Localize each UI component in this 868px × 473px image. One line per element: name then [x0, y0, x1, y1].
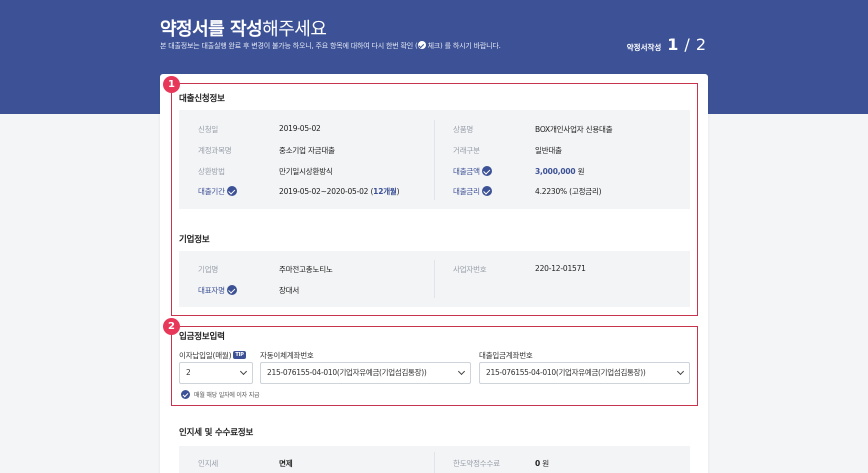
interest-day-label: 이자납입일(매월) TIP	[179, 351, 246, 360]
value-transaction-type: 일반대출	[535, 146, 562, 155]
check-icon	[481, 166, 492, 176]
check-icon	[181, 390, 190, 399]
deposit-info-title: 입금정보입력	[179, 332, 225, 342]
check-icon	[417, 41, 426, 49]
auto-transfer-label: 자동이체계좌번호	[260, 351, 314, 360]
marker-badge-2: 2	[163, 318, 180, 335]
value-interest-rate: 4.2230% (고정금리)	[535, 187, 602, 196]
fee-info-divider	[434, 452, 435, 473]
label-business-number: 사업자번호	[453, 265, 487, 274]
loan-info-divider	[434, 120, 435, 200]
page-subtitle: 본 대출정보는 대출실행 완료 후 변경이 불가능 하오니, 주요 항목에 대하…	[160, 41, 501, 50]
company-info-title: 기업정보	[179, 235, 210, 245]
check-icon	[481, 186, 492, 196]
interest-day-select[interactable]: 2	[179, 362, 253, 384]
company-info-divider	[434, 260, 435, 298]
label-representative: 대표자명	[198, 285, 237, 296]
step-indicator: 약정서작성 1 / 2	[627, 35, 706, 54]
chevron-down-icon	[239, 367, 248, 376]
value-limit-fee: 0 원	[535, 459, 549, 468]
value-loan-period: 2019-05-02~2020-05-02 (12개월)	[279, 187, 400, 196]
label-transaction-type: 거래구분	[453, 146, 480, 155]
deposit-account-label: 대출입금계좌번호	[479, 351, 533, 360]
chevron-down-icon	[457, 367, 466, 376]
check-icon	[226, 285, 237, 295]
label-limit-fee: 한도약정수수료	[453, 459, 500, 468]
value-apply-date: 2019-05-02	[279, 124, 321, 133]
value-account-subject: 중소기업 자금대출	[279, 146, 335, 155]
label-company-name: 기업명	[198, 265, 219, 274]
page-title: 약정서를 작성해주세요	[160, 19, 327, 40]
value-company-name: 주마전고총노티노	[279, 265, 333, 274]
value-business-number: 220-12-01571	[535, 264, 586, 273]
step-separator: /	[684, 35, 690, 54]
interest-agree-checkbox[interactable]: 매월 해당 일자에 이자 지급	[181, 390, 260, 399]
chevron-down-icon	[676, 367, 685, 376]
fee-info-title: 인지세 및 수수료정보	[179, 428, 254, 438]
step-current: 1	[667, 35, 679, 54]
value-stamp-tax: 면제	[279, 459, 293, 468]
auto-transfer-account-select[interactable]: 215-076155-04-010(기업자유예금(기업섬김통장))	[260, 362, 471, 384]
label-account-subject: 계정과목명	[198, 146, 232, 155]
label-product-name: 상품명	[453, 125, 474, 134]
value-representative: 장대서	[279, 286, 300, 295]
label-loan-period: 대출기간	[198, 186, 237, 197]
label-apply-date: 신청일	[198, 125, 219, 134]
loan-info-title: 대출신청정보	[179, 94, 225, 104]
value-loan-amount: 3,000,000 원	[535, 167, 585, 176]
check-icon	[226, 186, 237, 196]
deposit-account-select[interactable]: 215-076155-04-010(기업자유예금(기업섬김통장))	[479, 362, 690, 384]
label-interest-rate: 대출금리	[453, 186, 492, 197]
step-label: 약정서작성	[626, 43, 662, 52]
marker-badge-1: 1	[163, 76, 180, 93]
step-total: 2	[695, 35, 706, 54]
value-repayment-method: 만기일시상환방식	[279, 167, 333, 176]
value-product-name: BOX개인사업자 신용대출	[535, 125, 613, 134]
tip-badge[interactable]: TIP	[233, 351, 246, 359]
label-stamp-tax: 인지세	[198, 459, 219, 468]
label-loan-amount: 대출금액	[453, 166, 492, 177]
label-repayment-method: 상환방법	[198, 167, 225, 176]
